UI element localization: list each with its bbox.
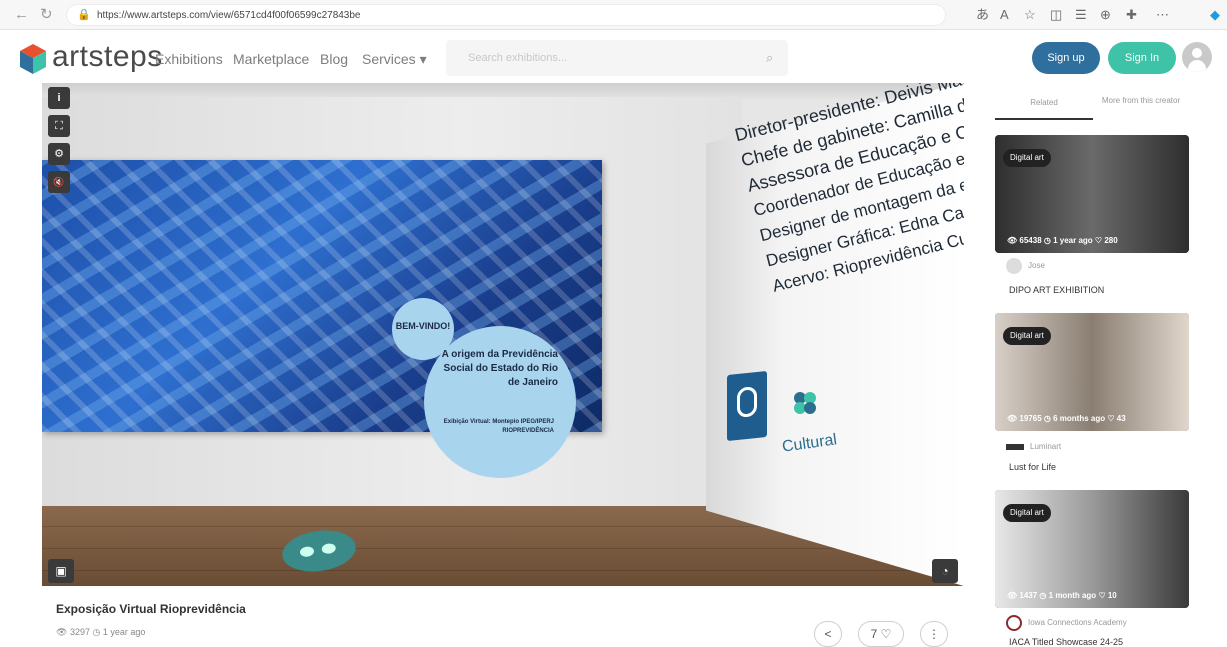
address-bar[interactable]: 🔒 https://www.artsteps.com/view/6571cd4f… <box>66 4 946 26</box>
mute-icon[interactable]: 🔇 <box>48 171 70 193</box>
share-button[interactable]: < <box>814 621 842 647</box>
rioprevidencia-logo-icon <box>727 370 767 442</box>
split-icon[interactable]: ◫ <box>1050 6 1062 24</box>
clock-icon: ◷ <box>1043 236 1051 245</box>
clock-icon: ◷ <box>1039 591 1047 600</box>
views: 1437 <box>1019 591 1038 600</box>
search-icon[interactable]: ⌕ <box>766 50 773 66</box>
intro-subtitle: Exibição Virtual: Montepio IPEG/IPERJ RI… <box>443 419 554 434</box>
category-badge: Digital art <box>1003 327 1051 345</box>
browser-toolbar: ← ↻ 🔒 https://www.artsteps.com/view/6571… <box>0 0 1227 30</box>
tab-related[interactable]: Related <box>995 94 1093 120</box>
creator-avatar <box>1006 443 1024 450</box>
age: 6 months ago <box>1053 414 1106 423</box>
settings-icon[interactable]: ⚙ <box>48 143 70 165</box>
card-title[interactable]: DIPO ART EXHIBITION <box>1009 285 1104 295</box>
exhibition-meta: 👁 3297 ◷ 1 year ago <box>56 627 145 638</box>
cultural-logo-icon <box>794 392 816 414</box>
card-creator[interactable]: Jose <box>1006 258 1045 274</box>
collections-icon[interactable]: ⊕ <box>1100 6 1111 24</box>
like-button[interactable]: 7 ♡ <box>858 621 904 647</box>
logo-text[interactable]: artsteps <box>52 40 163 74</box>
favorites-bar-icon[interactable]: ☰ <box>1075 6 1087 24</box>
font-icon[interactable]: A <box>1000 6 1009 24</box>
creator-avatar <box>1006 615 1022 631</box>
likes: 10 <box>1107 591 1117 600</box>
artsteps-logo-icon[interactable] <box>18 42 48 76</box>
exhibition-title: Exposição Virtual Rioprevidência <box>56 602 246 616</box>
age-text: 1 year ago <box>102 627 146 637</box>
related-card[interactable]: Digital art 👁 65438 ◷ 1 year ago ♡ 280 <box>995 135 1189 253</box>
map-icon[interactable]: ▣ <box>48 559 74 583</box>
signup-button[interactable]: Sign up <box>1032 42 1100 74</box>
share-icon: < <box>824 627 832 641</box>
like-count: 7 <box>870 627 878 641</box>
site-header: artsteps Exhibitions Marketplace Blog Se… <box>0 30 1227 88</box>
url-text: https://www.artsteps.com/view/6571cd4f00… <box>97 10 361 21</box>
view-count: 3297 <box>69 627 90 637</box>
more-options-button[interactable]: ⋮ <box>920 621 948 647</box>
likes: 280 <box>1104 236 1118 245</box>
card-title[interactable]: Lust for Life <box>1009 462 1056 472</box>
age: 1 year ago <box>1053 236 1093 245</box>
related-card[interactable]: Digital art 👁 1437 ◷ 1 month ago ♡ 10 <box>995 490 1189 608</box>
eye-icon: 👁 <box>1007 591 1018 600</box>
heart-icon: ♡ <box>880 627 892 641</box>
nav-exhibitions[interactable]: Exhibitions <box>155 51 223 67</box>
card-stats: 👁 65438 ◷ 1 year ago ♡ 280 <box>1007 236 1118 245</box>
eye-icon: 👁 <box>1007 414 1018 423</box>
creator-avatar <box>1006 258 1022 274</box>
nav-marketplace[interactable]: Marketplace <box>233 51 309 67</box>
nav-services[interactable]: Services ▾ <box>362 51 427 68</box>
creator-name: Jose <box>1028 261 1045 271</box>
artwork-painting[interactable]: BEM-VINDO! A origem da Previdência Socia… <box>42 160 602 478</box>
views: 19765 <box>1019 414 1042 423</box>
heart-icon: ♡ <box>1107 414 1115 423</box>
creator-name: Iowa Connections Academy <box>1028 618 1127 628</box>
eye-icon: 👁 <box>1007 236 1018 245</box>
kebab-icon: ⋮ <box>928 627 940 641</box>
copilot-icon[interactable]: ◆ <box>1210 6 1220 24</box>
heart-icon: ♡ <box>1098 591 1106 600</box>
tab-more-from-creator[interactable]: More from this creator <box>1093 94 1189 120</box>
eye-icon: 👁 <box>56 627 68 637</box>
fullscreen-icon[interactable]: ⛶ <box>48 115 70 137</box>
avatar[interactable] <box>1182 42 1212 72</box>
refresh-icon[interactable]: ↻ <box>40 6 53 24</box>
card-creator[interactable]: Iowa Connections Academy <box>1006 615 1127 631</box>
card-creator[interactable]: Luminart <box>1006 442 1061 451</box>
likes: 43 <box>1116 414 1126 423</box>
clock-icon: ◷ <box>92 627 101 637</box>
exhibition-viewer[interactable]: BEM-VINDO! A origem da Previdência Socia… <box>42 83 964 586</box>
favorite-icon[interactable]: ☆ <box>1024 6 1036 24</box>
heart-icon: ♡ <box>1094 236 1103 245</box>
chat-icon[interactable]: ◔ <box>932 559 958 583</box>
creator-name: Luminart <box>1030 442 1062 451</box>
clock-icon: ◷ <box>1043 414 1051 423</box>
signin-button[interactable]: Sign In <box>1108 42 1176 74</box>
back-icon[interactable]: ← <box>14 6 29 24</box>
age: 1 month ago <box>1048 591 1097 600</box>
card-title[interactable]: IACA Titled Showcase 24-25 <box>1009 637 1123 647</box>
more-icon[interactable]: ⋯ <box>1156 6 1169 24</box>
category-badge: Digital art <box>1003 149 1051 167</box>
reader-icon[interactable]: あ <box>976 6 989 24</box>
card-stats: 👁 19765 ◷ 6 months ago ♡ 43 <box>1007 414 1126 423</box>
category-badge: Digital art <box>1003 504 1051 522</box>
card-stats: 👁 1437 ◷ 1 month ago ♡ 10 <box>1007 591 1117 600</box>
extensions-icon[interactable]: ✚ <box>1126 6 1137 24</box>
related-card[interactable]: Digital art 👁 19765 ◷ 6 months ago ♡ 43 <box>995 313 1189 431</box>
info-button[interactable]: i <box>48 87 70 109</box>
intro-bubble: A origem da Previdência Social do Estado… <box>424 326 576 478</box>
nav-blog[interactable]: Blog <box>320 51 348 67</box>
lock-icon: 🔒 <box>77 9 91 21</box>
views: 65438 <box>1019 236 1042 245</box>
search-input[interactable] <box>446 40 788 76</box>
intro-heading: A origem da Previdência Social do Estado… <box>441 349 558 388</box>
